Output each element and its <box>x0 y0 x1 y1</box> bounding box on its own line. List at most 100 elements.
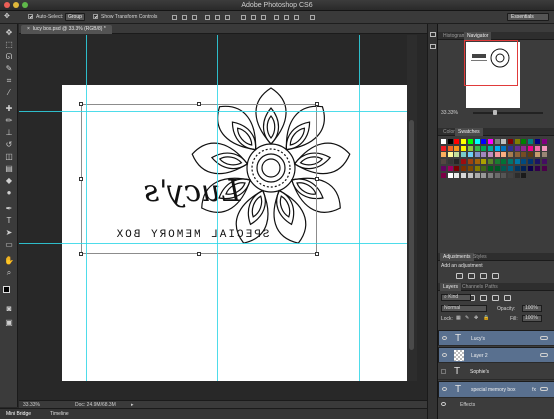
color-swatch[interactable] <box>541 139 547 144</box>
color-swatch[interactable] <box>514 145 520 151</box>
layer-name[interactable]: Sophie's <box>470 369 489 375</box>
color-swatch[interactable] <box>441 159 446 165</box>
canvas-area[interactable]: Lucy's SPECIAL MEMORY BOX <box>19 35 407 381</box>
selective-color-icon[interactable] <box>504 295 511 301</box>
color-swatch[interactable] <box>454 159 460 165</box>
path-selection-tool-icon[interactable]: ➤ <box>4 228 14 238</box>
color-swatch[interactable] <box>461 165 467 171</box>
navigator-slider-handle[interactable] <box>493 110 497 115</box>
color-swatch[interactable] <box>481 165 487 171</box>
color-swatch[interactable] <box>541 159 547 165</box>
foreground-color-swatch[interactable] <box>3 286 10 293</box>
hand-tool-icon[interactable]: ✋ <box>4 256 14 266</box>
paths-tab[interactable]: Paths <box>482 283 501 291</box>
color-swatch[interactable] <box>508 172 513 178</box>
color-swatch[interactable] <box>487 159 493 165</box>
dodge-tool-icon[interactable]: ● <box>4 188 14 198</box>
color-swatch[interactable] <box>441 172 446 178</box>
color-swatch[interactable] <box>528 159 534 165</box>
color-swatch[interactable] <box>501 145 507 151</box>
guide-horizontal[interactable] <box>19 111 407 112</box>
color-swatch[interactable] <box>521 159 527 165</box>
color-swatch[interactable] <box>508 159 513 165</box>
color-swatch[interactable] <box>481 145 487 151</box>
color-swatch[interactable] <box>447 139 453 144</box>
color-swatch[interactable] <box>454 139 460 144</box>
color-swatch[interactable] <box>487 165 493 171</box>
color-swatch[interactable] <box>534 152 540 158</box>
quick-mask-icon[interactable]: ◙ <box>4 304 14 314</box>
color-swatch[interactable] <box>541 152 547 158</box>
show-transform-checkbox[interactable] <box>93 14 98 19</box>
transform-handle-top[interactable] <box>197 102 201 106</box>
color-swatch[interactable] <box>494 145 500 151</box>
align-middle-icon[interactable] <box>182 15 187 20</box>
color-swatch[interactable] <box>501 172 507 178</box>
transform-handle-bottom[interactable] <box>197 252 201 256</box>
layer-name[interactable]: Layer 2 <box>471 353 488 359</box>
color-swatch[interactable] <box>528 152 534 158</box>
color-swatch[interactable] <box>454 165 460 171</box>
color-swatch[interactable] <box>487 152 493 158</box>
layer-filter-kind[interactable]: ⌕ Kind <box>441 294 471 301</box>
layer-link-icon[interactable] <box>540 353 548 357</box>
levels-icon[interactable] <box>468 273 475 279</box>
color-swatch[interactable] <box>514 152 520 158</box>
color-swatch[interactable] <box>508 152 513 158</box>
distribute-middle-icon[interactable] <box>251 15 256 20</box>
curves-icon[interactable] <box>480 273 487 279</box>
exposure-icon[interactable] <box>492 273 499 279</box>
color-swatch[interactable] <box>514 172 520 178</box>
color-swatch[interactable] <box>494 139 500 144</box>
color-swatch[interactable] <box>534 139 540 144</box>
opacity-field[interactable]: 100% <box>522 305 542 312</box>
color-swatch[interactable] <box>521 165 527 171</box>
gradient-map-icon[interactable] <box>492 295 499 301</box>
layer-row[interactable]: Layer 2 <box>438 347 554 363</box>
color-swatch[interactable] <box>494 172 500 178</box>
color-swatch[interactable] <box>467 172 473 178</box>
color-swatch[interactable] <box>481 159 487 165</box>
color-swatch[interactable] <box>467 159 473 165</box>
color-swatch[interactable] <box>521 172 527 178</box>
lasso-tool-icon[interactable]: ᘏ <box>4 52 14 62</box>
layer-name[interactable]: Lucy's <box>471 336 485 342</box>
swatches-grid[interactable] <box>441 139 551 189</box>
lock-all-icon[interactable]: 🔒 <box>483 315 489 321</box>
color-swatch[interactable] <box>521 145 527 151</box>
color-swatch[interactable] <box>441 165 446 171</box>
visibility-eye-icon[interactable] <box>442 336 447 340</box>
layer-name[interactable]: special memory box <box>471 387 515 393</box>
effects-row[interactable]: Effects <box>438 399 554 409</box>
color-swatch[interactable] <box>474 139 480 144</box>
navigator-thumbnail[interactable] <box>464 40 520 108</box>
lock-image-icon[interactable]: ✎ <box>465 315 469 321</box>
color-swatch[interactable] <box>514 159 520 165</box>
color-swatch[interactable] <box>508 145 513 151</box>
mini-bridge-tab[interactable]: Mini Bridge <box>6 411 31 417</box>
eraser-tool-icon[interactable]: ◫ <box>4 152 14 162</box>
blur-tool-icon[interactable]: ◆ <box>4 176 14 186</box>
color-swatch[interactable] <box>461 152 467 158</box>
color-swatch[interactable] <box>534 159 540 165</box>
layer-row[interactable]: T Lucy's <box>438 330 554 346</box>
color-swatch[interactable] <box>501 159 507 165</box>
align-bottom-icon[interactable] <box>192 15 197 20</box>
layer-row[interactable]: T Sophie's <box>438 364 554 380</box>
auto-align-icon[interactable] <box>310 15 315 20</box>
styles-tab[interactable]: Styles <box>470 253 490 261</box>
align-center-icon[interactable] <box>215 15 220 20</box>
adjustments-tab[interactable]: Adjustments <box>440 253 474 261</box>
effects-visibility-icon[interactable] <box>441 402 446 406</box>
guide-horizontal[interactable] <box>19 243 407 244</box>
navigator-tab[interactable]: Navigator <box>464 32 492 40</box>
color-swatch[interactable] <box>474 159 480 165</box>
history-brush-tool-icon[interactable]: ↺ <box>4 140 14 150</box>
color-swatch[interactable] <box>481 172 487 178</box>
color-swatch[interactable] <box>474 172 480 178</box>
fill-field[interactable]: 100% <box>522 315 542 322</box>
color-swatch[interactable] <box>461 172 467 178</box>
visibility-eye-icon[interactable] <box>442 387 447 391</box>
navigator-zoom-slider[interactable] <box>473 110 543 115</box>
transform-handle-right[interactable] <box>315 177 319 181</box>
